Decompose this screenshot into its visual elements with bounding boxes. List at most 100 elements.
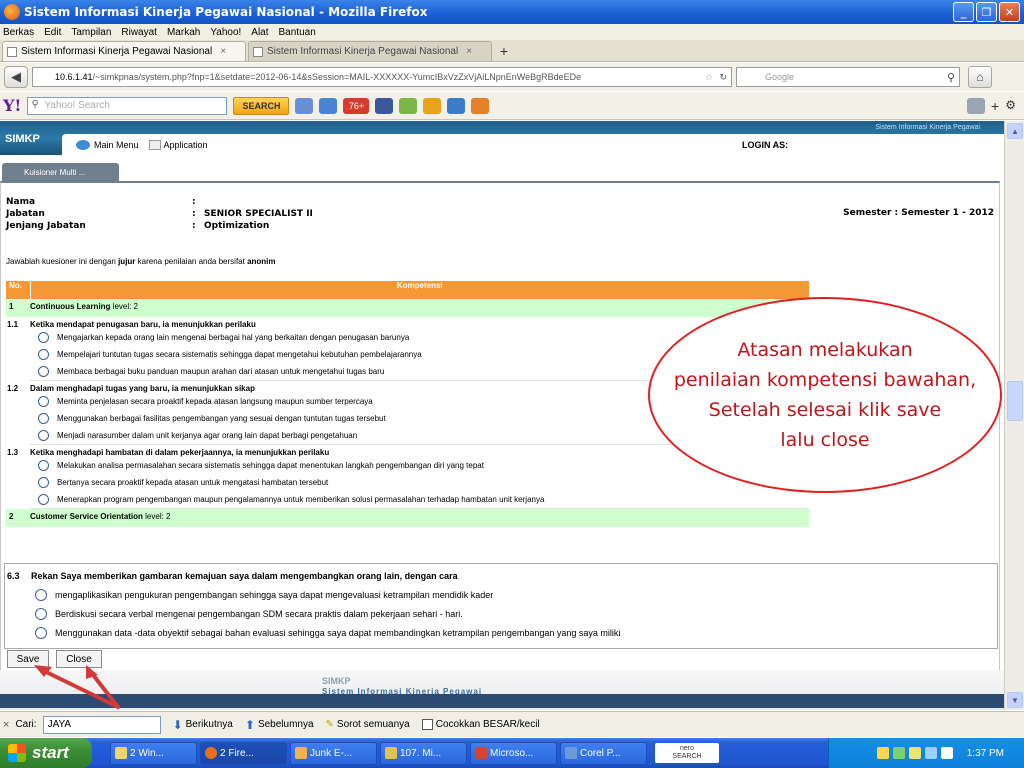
match-case-checkbox[interactable] <box>421 719 433 730</box>
windows-logo-icon <box>8 744 26 762</box>
yahoo-search-button[interactable]: SEARCH <box>233 96 290 115</box>
task-label: Microso... <box>490 747 534 759</box>
scroll-thumb[interactable] <box>1007 381 1023 421</box>
nero-search-box[interactable]: nero SEARCH <box>655 743 719 763</box>
document-icon <box>385 747 397 759</box>
taskbar-item-107[interactable]: 107. Mi... <box>380 741 467 765</box>
tray-icon[interactable] <box>908 747 921 759</box>
facebook-icon[interactable] <box>375 97 394 114</box>
semester-label: Semester : Semester 1 - 2012 <box>843 208 994 218</box>
maximize-button[interactable]: ❐ <box>976 2 997 22</box>
window-titlebar: Sistem Informasi Kinerja Pegawai Nasiona… <box>0 0 1024 24</box>
annotation-callout: Atasan melakukan penilaian kompetensi ba… <box>648 297 1002 493</box>
menu-berkas[interactable]: Berkas <box>3 27 34 38</box>
nero-label: nero <box>679 745 694 752</box>
app-nav: Main Menu Application LOGIN AS: <box>62 134 1004 155</box>
widgets-icon[interactable] <box>423 97 442 114</box>
games-icon[interactable] <box>399 97 418 114</box>
search-icon[interactable]: ⚲ <box>947 71 955 84</box>
menu-tampilan[interactable]: Tampilan <box>71 27 111 38</box>
arrow-down-icon: ⬇ <box>172 717 183 732</box>
find-bar: × Cari: JAYA ⬇ Berikutnya ⬆ Sebelumnya ✎ So… <box>0 711 1024 737</box>
menu-alat[interactable]: Alat <box>251 27 268 38</box>
close-window-button[interactable]: ✕ <box>999 2 1020 22</box>
tab-strip: Sistem Informasi Kinerja Pegawai Nasiona… <box>0 40 1024 62</box>
start-button[interactable]: start <box>0 738 92 768</box>
taskbar-item-microsoft[interactable]: Microso... <box>470 741 557 765</box>
bookmark-star-icon[interactable]: ☆ <box>705 72 713 83</box>
highlight-all-button[interactable]: ✎ Sorot semuanya <box>326 719 410 730</box>
jabatan-value: SENIOR SPECIALIST II <box>204 209 313 219</box>
callout-line-2: penilaian kompetensi bawahan, <box>673 369 977 391</box>
menu-riwayat[interactable]: Riwayat <box>121 27 157 38</box>
highlight-label: Sorot semuanya <box>336 719 410 730</box>
find-prev-button[interactable]: ⬆ Sebelumnya <box>245 718 314 732</box>
bookmark-icon[interactable] <box>295 97 314 114</box>
search-placeholder: Google <box>765 72 795 82</box>
volume-icon[interactable] <box>940 747 953 759</box>
taskbar-item-windows[interactable]: 2 Win... <box>110 741 197 765</box>
arrow-up-icon: ⬆ <box>244 717 255 732</box>
close-find-icon[interactable]: × <box>3 719 9 731</box>
tray-icon[interactable] <box>892 747 905 759</box>
menu-markah[interactable]: Markah <box>167 27 200 38</box>
gear-icon[interactable]: ⚙ <box>1005 98 1016 114</box>
yahoo-search-input[interactable]: ⚲ Yahoo! Search <box>27 96 228 115</box>
mail-icon[interactable] <box>319 97 338 114</box>
taskbar-item-firefox[interactable]: 2 Fire... <box>200 741 287 765</box>
menu-edit[interactable]: Edit <box>44 27 61 38</box>
address-bar[interactable]: 10.6.1.41/~simkpnas/system.php?fnp=1&set… <box>32 67 732 87</box>
tray-icon[interactable] <box>876 747 889 759</box>
callout-line-4: lalu close <box>780 429 870 451</box>
find-label: Cari: <box>15 719 37 730</box>
menu-bantuan[interactable]: Bantuan <box>279 27 316 38</box>
taskbar-item-corel[interactable]: Corel P... <box>560 741 647 765</box>
tray-icon[interactable] <box>924 747 937 759</box>
toolbar-options-icon[interactable] <box>967 97 986 114</box>
login-as-label: LOGIN AS: <box>742 139 789 150</box>
powerpoint-icon <box>475 747 487 759</box>
back-button[interactable]: ◀ <box>4 66 28 88</box>
scroll-down-icon[interactable]: ▼ <box>1007 692 1023 708</box>
callout-line-1: Atasan melakukan <box>737 339 913 361</box>
firefox-icon <box>4 4 20 20</box>
home-button[interactable]: ⌂ <box>968 66 992 88</box>
arrow-to-save <box>38 667 120 709</box>
search-icon: ⚲ <box>31 98 39 110</box>
browser-tab-2[interactable]: Sistem Informasi Kinerja Pegawai Nasiona… <box>248 41 492 61</box>
vertical-scrollbar[interactable]: ▲ ▼ <box>1004 121 1024 710</box>
instruction-bold-anonim: anonim <box>247 257 276 266</box>
news-icon[interactable] <box>447 97 466 114</box>
web-search-input[interactable]: Google ⚲ <box>736 67 960 87</box>
menu-yahoo[interactable]: Yahoo! <box>210 27 241 38</box>
close-tab-icon[interactable]: × <box>466 46 472 57</box>
reload-icon[interactable]: ↻ <box>719 72 727 83</box>
tab-label: Sistem Informasi Kinerja Pegawai Nasiona… <box>21 46 213 57</box>
scroll-up-icon[interactable]: ▲ <box>1007 123 1023 139</box>
menu-bar: Berkas Edit Tampilan Riwayat Markah Yaho… <box>0 24 1024 40</box>
system-tray: 1:37 PM <box>828 738 1024 768</box>
footer-brand: SIMKP <box>322 676 351 686</box>
minimize-button[interactable]: _ <box>953 2 974 22</box>
page-icon <box>7 47 17 57</box>
task-label: 2 Win... <box>130 747 164 759</box>
add-icon[interactable]: + <box>991 98 999 114</box>
folder-icon <box>115 747 127 759</box>
match-case-toggle[interactable]: Cocokkan BESAR/kecil <box>421 719 540 730</box>
new-tab-button[interactable]: + <box>494 41 514 61</box>
browser-tab-1[interactable]: Sistem Informasi Kinerja Pegawai Nasiona… <box>2 41 246 61</box>
yahoo-logo-icon[interactable]: Y! <box>3 96 21 115</box>
nero-search-label: SEARCH <box>672 753 702 760</box>
answers-icon[interactable] <box>471 97 490 114</box>
find-input[interactable]: JAYA <box>42 715 161 734</box>
mail-count-badge[interactable]: 76+ <box>343 97 370 114</box>
close-tab-icon[interactable]: × <box>220 46 226 57</box>
find-next-button[interactable]: ⬇ Berikutnya <box>173 718 233 732</box>
start-label: start <box>32 743 69 762</box>
annotation-arrows <box>34 665 120 709</box>
taskbar-item-junk-email[interactable]: Junk E-... <box>290 741 377 765</box>
firefox-icon <box>205 747 217 759</box>
app-system-name: Sistem Informasi Kinerja Pegawai <box>875 124 980 131</box>
yahoo-search-placeholder: Yahoo! Search <box>44 100 110 111</box>
mail-icon <box>295 747 307 759</box>
